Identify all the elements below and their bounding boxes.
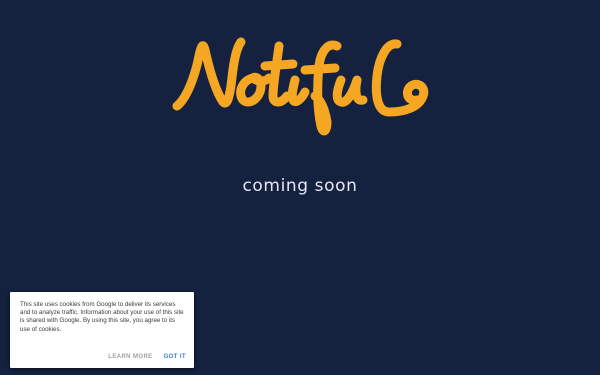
- cookie-consent-banner: This site uses cookies from Google to de…: [10, 292, 194, 368]
- learn-more-button[interactable]: LEARN MORE: [108, 354, 152, 360]
- notiful-logo: [165, 28, 435, 140]
- got-it-button[interactable]: GOT IT: [164, 354, 186, 360]
- coming-soon-text: coming soon: [242, 176, 358, 196]
- cookie-actions: LEARN MORE GOT IT: [108, 354, 186, 360]
- cookie-message: This site uses cookies from Google to de…: [20, 301, 184, 333]
